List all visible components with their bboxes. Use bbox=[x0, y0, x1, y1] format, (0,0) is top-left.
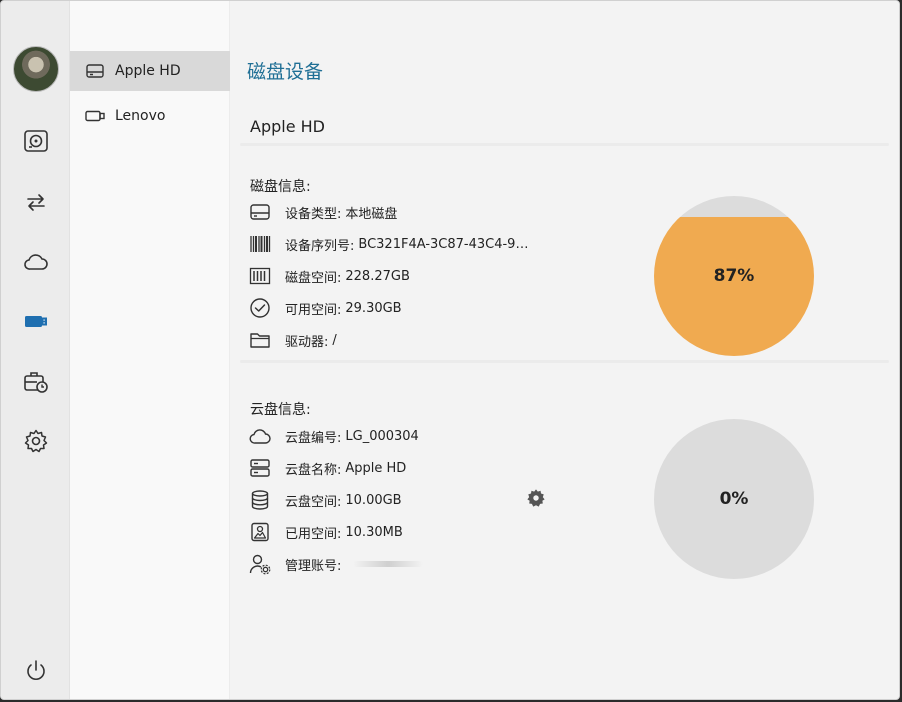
redacted-account bbox=[353, 561, 424, 567]
row-label: 云盘名称: bbox=[285, 462, 342, 478]
disk-info-title: 磁盘信息: bbox=[250, 179, 311, 195]
page-title: 磁盘设备 bbox=[247, 61, 324, 83]
rail-item-settings[interactable] bbox=[16, 421, 56, 461]
divider bbox=[240, 360, 889, 363]
cloud-name-row: 云盘名称: Apple HD bbox=[248, 455, 406, 481]
rail-item-usb[interactable] bbox=[16, 301, 56, 341]
cloud-usage-pie: 0% bbox=[654, 419, 814, 579]
row-value: Apple HD bbox=[345, 460, 407, 476]
row-value: 本地磁盘 bbox=[345, 206, 398, 222]
user-gear-icon bbox=[249, 554, 271, 575]
check-circle-icon bbox=[250, 298, 270, 318]
avatar[interactable] bbox=[13, 46, 59, 92]
database-icon bbox=[251, 490, 269, 510]
briefcase-clock-icon bbox=[24, 372, 48, 393]
folder-icon bbox=[250, 333, 270, 348]
free-space-row: 可用空间: 29.30GB bbox=[248, 295, 402, 321]
device-list: Apple HD Lenovo bbox=[70, 1, 230, 699]
power-icon bbox=[27, 660, 45, 680]
row-value: 10.00GB bbox=[345, 492, 402, 508]
main-panel: 磁盘设备 Apple HD 磁盘信息: 设备类型: 本地磁盘 设备序列号: BC… bbox=[230, 1, 899, 699]
cloud-id-row: 云盘编号: LG_000304 bbox=[248, 423, 419, 449]
cloud-usage-percent: 0% bbox=[719, 489, 749, 509]
drive-icon bbox=[250, 204, 270, 220]
usb-device-icon bbox=[85, 110, 105, 122]
storage-bars-icon bbox=[249, 267, 271, 285]
rail-item-transfer[interactable] bbox=[16, 182, 56, 222]
cloud-space-row: 云盘空间: 10.00GB bbox=[248, 487, 402, 513]
row-label: 可用空间: bbox=[285, 302, 342, 318]
cloud-icon bbox=[24, 254, 48, 270]
divider bbox=[240, 143, 889, 146]
disk-serial-row: 设备序列号: BC321F4A-3C87-43C4-983… bbox=[248, 231, 534, 257]
nav-rail bbox=[1, 1, 70, 699]
drive-icon bbox=[86, 64, 104, 78]
device-item-lenovo[interactable]: Lenovo bbox=[70, 96, 230, 136]
arrows-exchange-icon bbox=[27, 194, 45, 211]
device-name: Apple HD bbox=[250, 117, 325, 136]
rail-item-disk[interactable] bbox=[16, 121, 56, 161]
app-window: Apple HD Lenovo 磁盘设备 Apple HD 磁盘信息: 设备类型… bbox=[0, 0, 900, 700]
usb-drive-icon bbox=[25, 316, 47, 327]
row-label: 管理账号: bbox=[285, 558, 342, 574]
disk-usage-percent: 87% bbox=[713, 266, 755, 286]
row-label: 设备类型: bbox=[285, 206, 342, 222]
hard-drive-icon bbox=[24, 130, 48, 152]
cloud-settings-button[interactable] bbox=[526, 488, 548, 510]
row-label: 云盘编号: bbox=[285, 430, 342, 446]
rail-item-backup[interactable] bbox=[16, 362, 56, 402]
device-item-label: Apple HD bbox=[115, 63, 181, 79]
row-value: 29.30GB bbox=[345, 300, 402, 316]
row-label: 云盘空间: bbox=[285, 494, 342, 510]
barcode-icon bbox=[250, 236, 271, 252]
disk-type-row: 设备类型: 本地磁盘 bbox=[248, 199, 397, 225]
drive-row: 驱动器: / bbox=[248, 327, 337, 353]
image-box-icon bbox=[251, 522, 269, 542]
row-value: BC321F4A-3C87-43C4-983… bbox=[358, 236, 535, 252]
server-icon bbox=[250, 459, 270, 477]
row-value: / bbox=[332, 332, 337, 348]
row-value: LG_000304 bbox=[345, 428, 419, 444]
device-item-label: Lenovo bbox=[115, 108, 166, 124]
gear-icon bbox=[24, 429, 48, 453]
row-value: 228.27GB bbox=[345, 268, 410, 284]
row-label: 设备序列号: bbox=[285, 238, 355, 254]
power-button[interactable] bbox=[16, 651, 56, 691]
device-item-apple-hd[interactable]: Apple HD bbox=[70, 51, 230, 91]
cloud-icon bbox=[249, 429, 271, 444]
disk-usage-pie: 87% bbox=[654, 196, 814, 356]
row-value: 10.30MB bbox=[345, 524, 403, 540]
disk-space-row: 磁盘空间: 228.27GB bbox=[248, 263, 410, 289]
row-label: 已用空间: bbox=[285, 526, 342, 542]
cloud-info-title: 云盘信息: bbox=[250, 402, 311, 418]
used-space-row: 已用空间: 10.30MB bbox=[248, 519, 403, 545]
row-label: 磁盘空间: bbox=[285, 270, 342, 286]
row-label: 驱动器: bbox=[285, 334, 329, 350]
rail-item-cloud[interactable] bbox=[16, 242, 56, 282]
admin-account-row: 管理账号: bbox=[248, 551, 424, 577]
gear-icon bbox=[527, 489, 545, 507]
